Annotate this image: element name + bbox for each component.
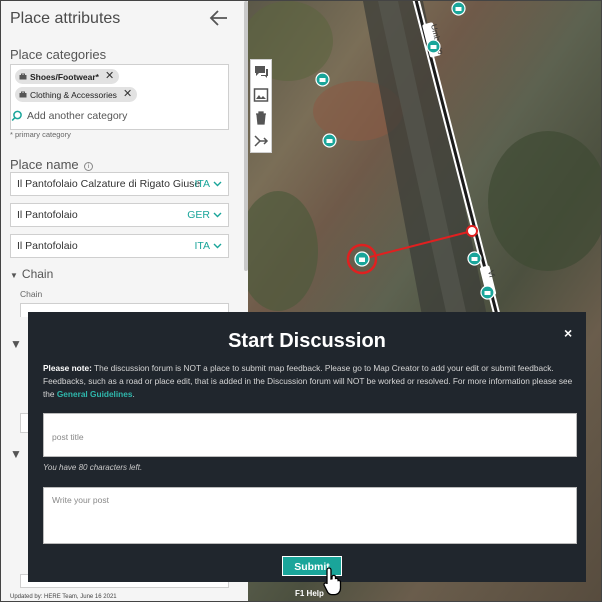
poi-pin-icon[interactable] [467, 251, 482, 266]
updated-by-footer: Updated by: HERE Team, June 16 2021 [10, 594, 117, 600]
language-select[interactable]: ITA [194, 240, 222, 252]
add-category-input[interactable]: Add another category [11, 110, 127, 122]
language-select[interactable]: GER [187, 209, 222, 221]
place-name-label: Place name i [10, 157, 94, 172]
poi-pin-icon[interactable] [451, 1, 466, 16]
image-icon[interactable] [253, 87, 269, 103]
search-icon [11, 110, 22, 122]
panel-title: Place attributes [10, 10, 121, 27]
place-name-field[interactable]: Il Pantofolaio Calzature di Rigato Giuse… [10, 172, 229, 196]
help-label[interactable]: F1 Help [295, 589, 324, 598]
place-name-value: Il Pantofolaio [17, 240, 78, 252]
place-name-field[interactable]: Il Pantofolaio ITA [10, 234, 229, 258]
back-arrow-icon[interactable] [208, 7, 230, 29]
add-category-placeholder: Add another category [27, 110, 128, 122]
characters-left-text: You have 80 characters left. [43, 463, 143, 472]
route-icon[interactable] [253, 133, 269, 149]
dialog-title: Start Discussion [228, 330, 386, 352]
post-title-input[interactable]: post title [43, 413, 577, 457]
place-name-field[interactable]: Il Pantofolaio GER [10, 203, 229, 227]
place-name-value: Il Pantofolaio [17, 209, 78, 221]
chain-label: Chain [20, 289, 43, 299]
bag-icon [19, 73, 27, 80]
chip-remove-icon[interactable]: ✕ [123, 89, 132, 100]
chip-remove-icon[interactable]: ✕ [105, 71, 114, 82]
category-chip[interactable]: Clothing & Accessories ✕ [15, 87, 138, 102]
chevron-down-icon [213, 181, 222, 187]
discussion-note: Please note: The discussion forum is NOT… [43, 363, 573, 399]
close-icon[interactable]: × [564, 325, 572, 341]
chevron-down-icon [213, 243, 222, 249]
general-guidelines-link[interactable]: General Guidelines [57, 389, 133, 399]
chip-label: Clothing & Accessories [30, 89, 117, 100]
map-toolbar [250, 59, 272, 153]
discussion-icon[interactable] [253, 64, 269, 80]
trash-icon[interactable] [253, 110, 269, 126]
chip-label: Shoes/Footwear* [30, 71, 99, 82]
poi-pin-icon[interactable] [426, 39, 441, 54]
language-select[interactable]: ITA [194, 178, 222, 190]
poi-pin-icon[interactable] [480, 285, 495, 300]
primary-category-note: * primary category [10, 130, 71, 139]
category-chip-primary[interactable]: Shoes/Footwear* ✕ [15, 69, 120, 84]
poi-pin-icon[interactable] [322, 133, 337, 148]
collapsed-section-toggle[interactable]: ▼ [10, 337, 22, 351]
categories-label: Place categories [10, 47, 107, 62]
start-discussion-dialog: Start Discussion × Please note: The disc… [28, 312, 586, 582]
poi-pin-icon[interactable] [315, 72, 330, 87]
collapsed-section-toggle[interactable]: ▼ [10, 447, 22, 461]
street-label: Vi [486, 269, 496, 278]
chevron-down-icon [213, 212, 222, 218]
chain-section-toggle[interactable]: ▼ Chain [10, 267, 53, 281]
hand-cursor-icon [323, 567, 342, 596]
place-name-value: Il Pantofolaio Calzature di Rigato Giuse [17, 178, 201, 190]
triangle-down-icon: ▼ [10, 271, 18, 280]
info-icon[interactable]: i [84, 162, 94, 171]
bag-icon [19, 91, 27, 98]
selected-poi-pin-icon[interactable] [354, 251, 370, 267]
post-body-textarea[interactable]: Write your post [43, 487, 577, 544]
